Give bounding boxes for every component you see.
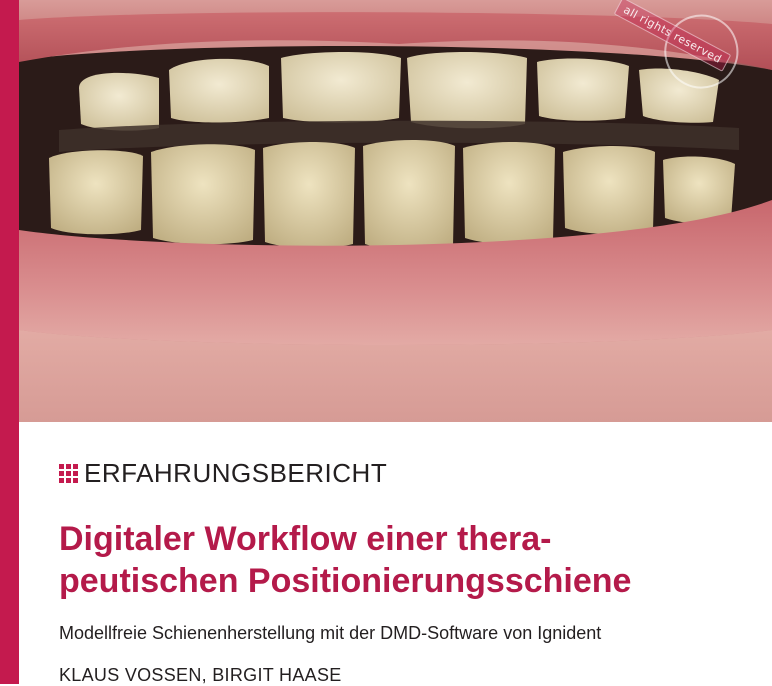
- grid-icon: [59, 464, 78, 483]
- article-title-line-1: Digitaler Workflow einer thera-: [59, 520, 552, 558]
- article-title-line-2: peutischen Positionierungsschiene: [59, 562, 632, 600]
- article-title: Digitaler Workflow einer thera- peutisch…: [59, 518, 699, 602]
- article-authors: KLAUS VOSSEN, BIRGIT HAASE: [59, 665, 342, 685]
- category-label: ERFAHRUNGSBERICHT: [84, 458, 388, 488]
- header-photo: all rights reserved: [19, 0, 772, 422]
- article-subtitle: Modellfreie Schienenherstellung mit der …: [59, 623, 602, 643]
- accent-side-bar: [0, 0, 19, 684]
- category-label-group: ERFAHRUNGSBERICHT: [59, 458, 387, 489]
